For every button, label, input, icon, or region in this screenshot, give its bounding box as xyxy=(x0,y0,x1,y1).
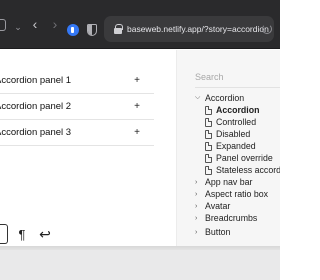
page-content: Accordion panel 1 + Accordion panel 2 + … xyxy=(0,50,280,250)
tree-item-button[interactable]: › Button xyxy=(195,226,230,238)
document-icon xyxy=(205,117,212,127)
extension-icon[interactable] xyxy=(67,24,79,36)
chevron-right-icon: › xyxy=(195,214,198,222)
document-icon xyxy=(205,165,212,175)
story-item-label: Panel override xyxy=(216,153,273,163)
story-item-expanded[interactable]: Expanded xyxy=(205,140,256,152)
accordion-panel[interactable]: Accordion panel 2 + xyxy=(0,94,154,120)
reload-icon[interactable] xyxy=(262,24,272,34)
tree-item-accordion[interactable]: ⌵ Accordion xyxy=(195,92,244,104)
tree-item-breadcrumbs[interactable]: › Breadcrumbs xyxy=(195,212,257,224)
story-canvas: Accordion panel 1 + Accordion panel 2 + … xyxy=(0,50,176,250)
document-icon xyxy=(205,141,212,151)
url-text[interactable]: baseweb.netlify.app/?story=accordion xyxy=(127,24,269,34)
plus-icon[interactable]: + xyxy=(134,101,140,112)
shield-icon[interactable] xyxy=(87,24,97,36)
chevron-down-icon: ⌵ xyxy=(195,94,201,101)
browser-window: ⌄ ‹ › baseweb.netlify.app/?story=accordi… xyxy=(0,0,280,280)
address-bar[interactable]: baseweb.netlify.app/?story=accordion xyxy=(104,16,274,42)
plus-icon[interactable]: + xyxy=(134,75,140,86)
lock-icon xyxy=(114,24,123,34)
accordion-panel[interactable]: Accordion panel 1 + xyxy=(0,68,154,94)
desktop-backdrop xyxy=(0,250,280,280)
story-item-label: Stateless accordion xyxy=(216,165,280,175)
tree-item-label: Avatar xyxy=(205,201,231,211)
chevron-right-icon: › xyxy=(195,228,198,236)
story-item-panel-override[interactable]: Panel override xyxy=(205,152,273,164)
story-item-disabled[interactable]: Disabled xyxy=(205,128,250,140)
accordion-panel-title[interactable]: Accordion panel 3 xyxy=(0,127,71,138)
tree-item-label: App nav bar xyxy=(205,177,253,187)
chevron-down-icon[interactable]: ⌄ xyxy=(12,20,24,34)
forward-arrow-icon[interactable]: › xyxy=(50,16,60,32)
tree-item-label: Breadcrumbs xyxy=(205,213,258,223)
tree-item-app-nav-bar[interactable]: › App nav bar xyxy=(195,176,252,188)
story-item-stateless-accordion[interactable]: Stateless accordion xyxy=(205,164,280,176)
story-item-accordion[interactable]: Accordion xyxy=(205,104,260,116)
story-item-label: Controlled xyxy=(216,117,257,127)
accordion-panel[interactable]: Accordion panel 3 + xyxy=(0,120,154,146)
sidebar-toggle-icon[interactable] xyxy=(0,19,6,31)
chevron-right-icon: › xyxy=(195,202,198,210)
stories-sidebar: Search ⌵ Accordion Accordion Controlled … xyxy=(176,50,280,250)
story-item-label: Expanded xyxy=(216,141,256,151)
back-arrow-icon[interactable]: ‹ xyxy=(30,16,40,32)
accordion-panel-title[interactable]: Accordion panel 1 xyxy=(0,75,71,86)
undo-icon[interactable]: ↩ xyxy=(36,222,54,246)
browser-toolbar: ⌄ ‹ › baseweb.netlify.app/?story=accordi… xyxy=(0,0,280,49)
tree-item-label: Button xyxy=(205,227,231,237)
document-icon xyxy=(205,153,212,163)
plus-icon[interactable]: + xyxy=(134,127,140,138)
tree-item-avatar[interactable]: › Avatar xyxy=(195,200,230,212)
chevron-right-icon: › xyxy=(195,178,198,186)
search-input[interactable]: Search xyxy=(195,70,280,88)
chevron-right-icon: › xyxy=(195,190,198,198)
pilcrow-icon[interactable]: ¶ xyxy=(14,222,30,246)
accordion-panel-title[interactable]: Accordion panel 2 xyxy=(0,101,71,112)
story-item-label: Disabled xyxy=(216,129,251,139)
tree-item-label: Accordion xyxy=(205,93,245,103)
tree-item-aspect-ratio-box[interactable]: › Aspect ratio box xyxy=(195,188,268,200)
toolbar-addon-icon[interactable] xyxy=(0,224,8,244)
document-icon xyxy=(205,105,212,115)
tree-item-label: Aspect ratio box xyxy=(205,189,269,199)
story-item-controlled[interactable]: Controlled xyxy=(205,116,256,128)
document-icon xyxy=(205,129,212,139)
story-item-label: Accordion xyxy=(216,105,260,115)
